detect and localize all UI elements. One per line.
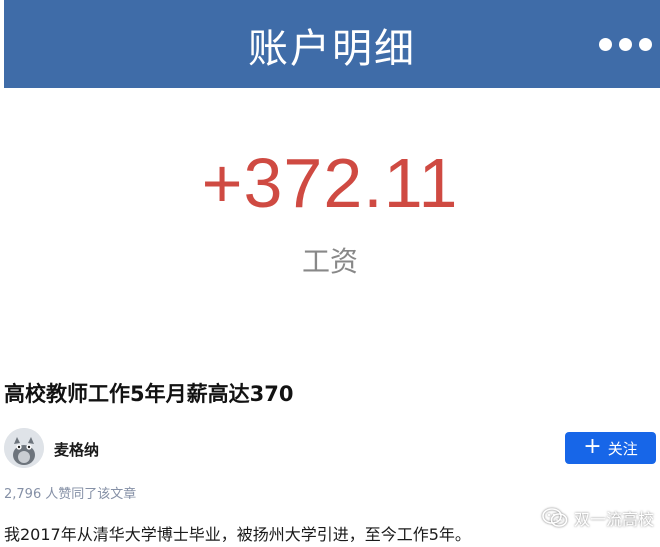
more-dot xyxy=(599,38,612,51)
watermark: 双一流高校 xyxy=(542,506,654,530)
avatar-icon[interactable] xyxy=(4,428,44,468)
article-body-line: 我2017年从清华大学博士毕业，被扬州大学引进，至今工作5年。 xyxy=(4,525,471,544)
more-dot xyxy=(639,38,652,51)
more-dot xyxy=(619,38,632,51)
author-row: 麦格纳 + 关注 xyxy=(4,428,656,472)
likes-summary: 2,796 人赞同了该文章 xyxy=(4,483,136,502)
wechat-icon xyxy=(542,508,568,527)
likes-text: 人赞同了该文章 xyxy=(45,487,137,502)
watermark-text: 双一流高校 xyxy=(573,510,654,529)
transaction-label: 工资 xyxy=(301,245,358,278)
likes-count: 2,796 xyxy=(4,487,42,502)
author-name[interactable]: 麦格纳 xyxy=(54,439,99,460)
article-title: 高校教师工作5年月薪高达370 xyxy=(4,382,294,406)
page-title: 账户明细 xyxy=(248,26,416,72)
more-dots-icon[interactable] xyxy=(599,38,652,51)
transaction-amount: +372.11 xyxy=(201,144,459,222)
follow-button[interactable]: + 关注 xyxy=(565,432,656,464)
plus-icon: + xyxy=(583,433,602,459)
follow-button-label: 关注 xyxy=(607,439,638,458)
app-header: 账户明细 xyxy=(4,0,660,88)
